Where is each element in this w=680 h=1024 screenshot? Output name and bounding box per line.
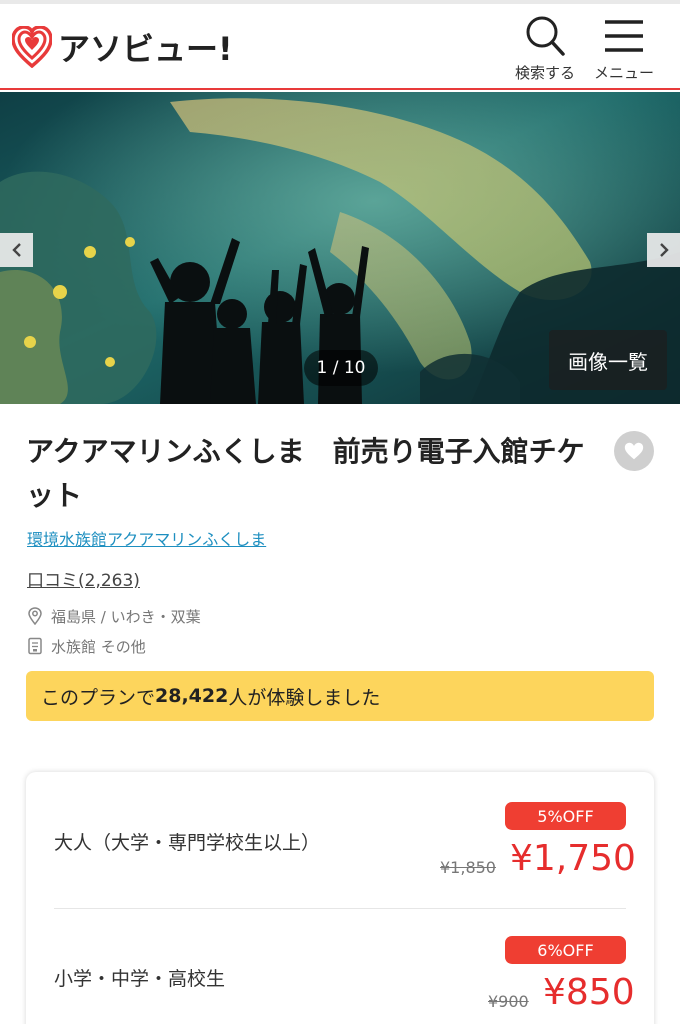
hamburger-icon [605, 20, 643, 52]
banner-prefix: このプランで [41, 686, 156, 709]
menu-label: メニュー [593, 64, 654, 82]
prev-image-button[interactable] [0, 233, 33, 267]
original-price: ¥900 [488, 992, 529, 1011]
search-button[interactable]: 検索する [509, 14, 581, 86]
category-text: 水族館 その他 [51, 637, 146, 656]
price-row-label: 大人（大学・専門学校生以上） [54, 832, 321, 854]
category-book-icon [28, 637, 42, 655]
location-text: 福島県 / いわき・双葉 [51, 607, 201, 626]
chevron-right-icon [659, 243, 669, 257]
reviews-link[interactable]: 口コミ(2,263) [27, 566, 140, 591]
original-price: ¥1,850 [440, 858, 496, 877]
favorite-button[interactable] [614, 431, 654, 471]
discount-badge: 6%OFF [505, 936, 626, 964]
price-row-label: 小学・中学・高校生 [54, 968, 226, 990]
logo-text: アソビュー! [58, 30, 233, 68]
discount-badge: 5%OFF [505, 802, 626, 830]
page-title: アクアマリンふくしま 前売り電子入館チケット [26, 435, 585, 512]
facility-link[interactable]: 環境水族館アクアマリンふくしま [27, 526, 266, 550]
search-label: 検索する [514, 64, 575, 82]
image-gallery-button[interactable]: 画像一覧 [549, 330, 667, 390]
heart-icon [624, 442, 644, 460]
price-card: 大人（大学・専門学校生以上） 5%OFF ¥1,850 ¥1,750 小学・中学… [26, 772, 654, 1024]
site-header: アソビュー! 検索する メニュー [0, 4, 680, 90]
location-row: 福島県 / いわき・双葉 [27, 605, 201, 627]
sale-price: ¥850 [543, 972, 635, 1013]
location-pin-icon [28, 607, 42, 625]
category-row: 水族館 その他 [27, 635, 146, 657]
menu-button[interactable]: メニュー [588, 14, 660, 86]
chevron-left-icon [11, 243, 21, 257]
banner-suffix: 人が体験しました [228, 686, 381, 709]
site-logo[interactable]: アソビュー! [12, 24, 233, 70]
sale-price: ¥1,750 [510, 838, 636, 879]
image-counter: 1 / 10 [304, 350, 378, 386]
banner-count: 28,422 [155, 685, 229, 707]
hero-carousel[interactable]: 1 / 10 画像一覧 [0, 92, 680, 404]
next-image-button[interactable] [647, 233, 680, 267]
experience-count-banner: このプランで 28,422 人が体験しました [26, 671, 654, 721]
search-icon [526, 16, 565, 56]
divider [54, 908, 626, 909]
logo-heart-icon [12, 26, 52, 68]
